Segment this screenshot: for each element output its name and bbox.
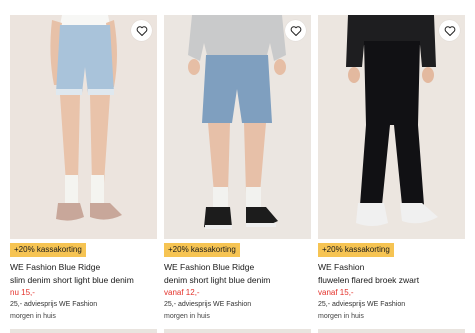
favorite-button[interactable]	[131, 20, 152, 41]
product-image[interactable]	[10, 15, 157, 239]
next-row-image-edge	[10, 329, 157, 333]
product-name[interactable]: slim denim short light blue denim	[10, 275, 134, 286]
favorite-button[interactable]	[439, 20, 460, 41]
advice-price: 25,- adviesprijs WE Fashion	[10, 301, 98, 308]
product-card[interactable]: +20% kassakorting WE Fashion fluwelen fl…	[318, 0, 465, 333]
product-price: vanaf 15,-	[318, 288, 354, 297]
product-brand[interactable]: WE Fashion Blue Ridge	[164, 262, 254, 273]
advice-price: 25,- adviesprijs WE Fashion	[318, 301, 406, 308]
product-card[interactable]: +20% kassakorting WE Fashion Blue Ridge …	[10, 0, 157, 333]
product-price: vanaf 12,-	[164, 288, 200, 297]
favorite-button[interactable]	[285, 20, 306, 41]
discount-badge: +20% kassakorting	[10, 243, 86, 257]
discount-badge: +20% kassakorting	[318, 243, 394, 257]
delivery-info: morgen in huis	[164, 313, 210, 320]
product-card[interactable]: +20% kassakorting WE Fashion Blue Ridge …	[164, 0, 311, 333]
delivery-info: morgen in huis	[318, 313, 364, 320]
heart-outline-icon	[136, 25, 147, 36]
next-row-image-edge	[318, 329, 465, 333]
product-image[interactable]	[318, 15, 465, 239]
product-price: nu 15,-	[10, 288, 35, 297]
product-image[interactable]	[164, 15, 311, 239]
heart-outline-icon	[290, 25, 301, 36]
product-photo-flared-pants	[318, 15, 465, 239]
product-grid: +20% kassakorting WE Fashion Blue Ridge …	[0, 0, 475, 333]
product-name[interactable]: denim short light blue denim	[164, 275, 270, 286]
product-photo-denim-short	[164, 15, 311, 239]
heart-outline-icon	[444, 25, 455, 36]
discount-badge: +20% kassakorting	[164, 243, 240, 257]
product-photo-slim-denim-short	[10, 15, 157, 239]
product-name[interactable]: fluwelen flared broek zwart	[318, 275, 419, 286]
delivery-info: morgen in huis	[10, 313, 56, 320]
product-brand[interactable]: WE Fashion	[318, 262, 364, 273]
advice-price: 25,- adviesprijs WE Fashion	[164, 301, 252, 308]
product-brand[interactable]: WE Fashion Blue Ridge	[10, 262, 100, 273]
next-row-image-edge	[164, 329, 311, 333]
